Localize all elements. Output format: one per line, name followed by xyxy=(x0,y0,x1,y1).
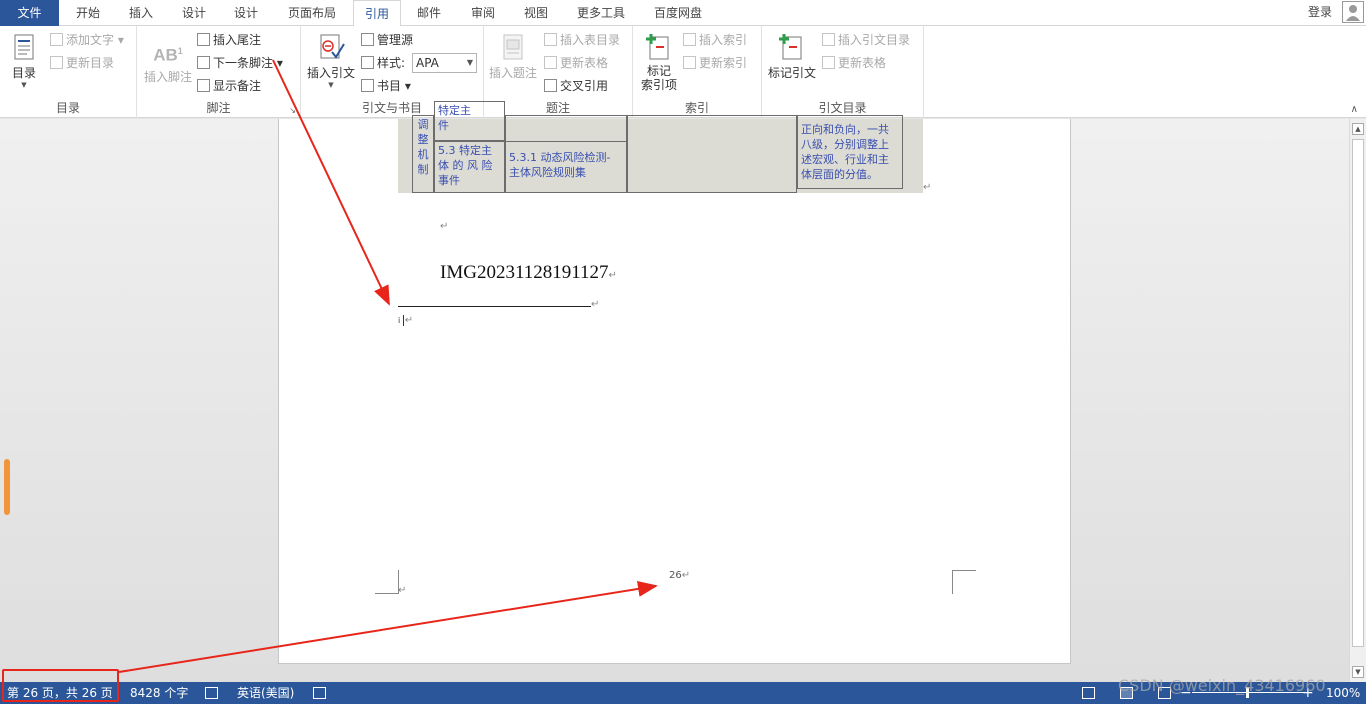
annotation-arrow xyxy=(272,59,390,306)
annotation-arrow xyxy=(118,580,658,673)
annotation-arrows xyxy=(118,59,658,673)
